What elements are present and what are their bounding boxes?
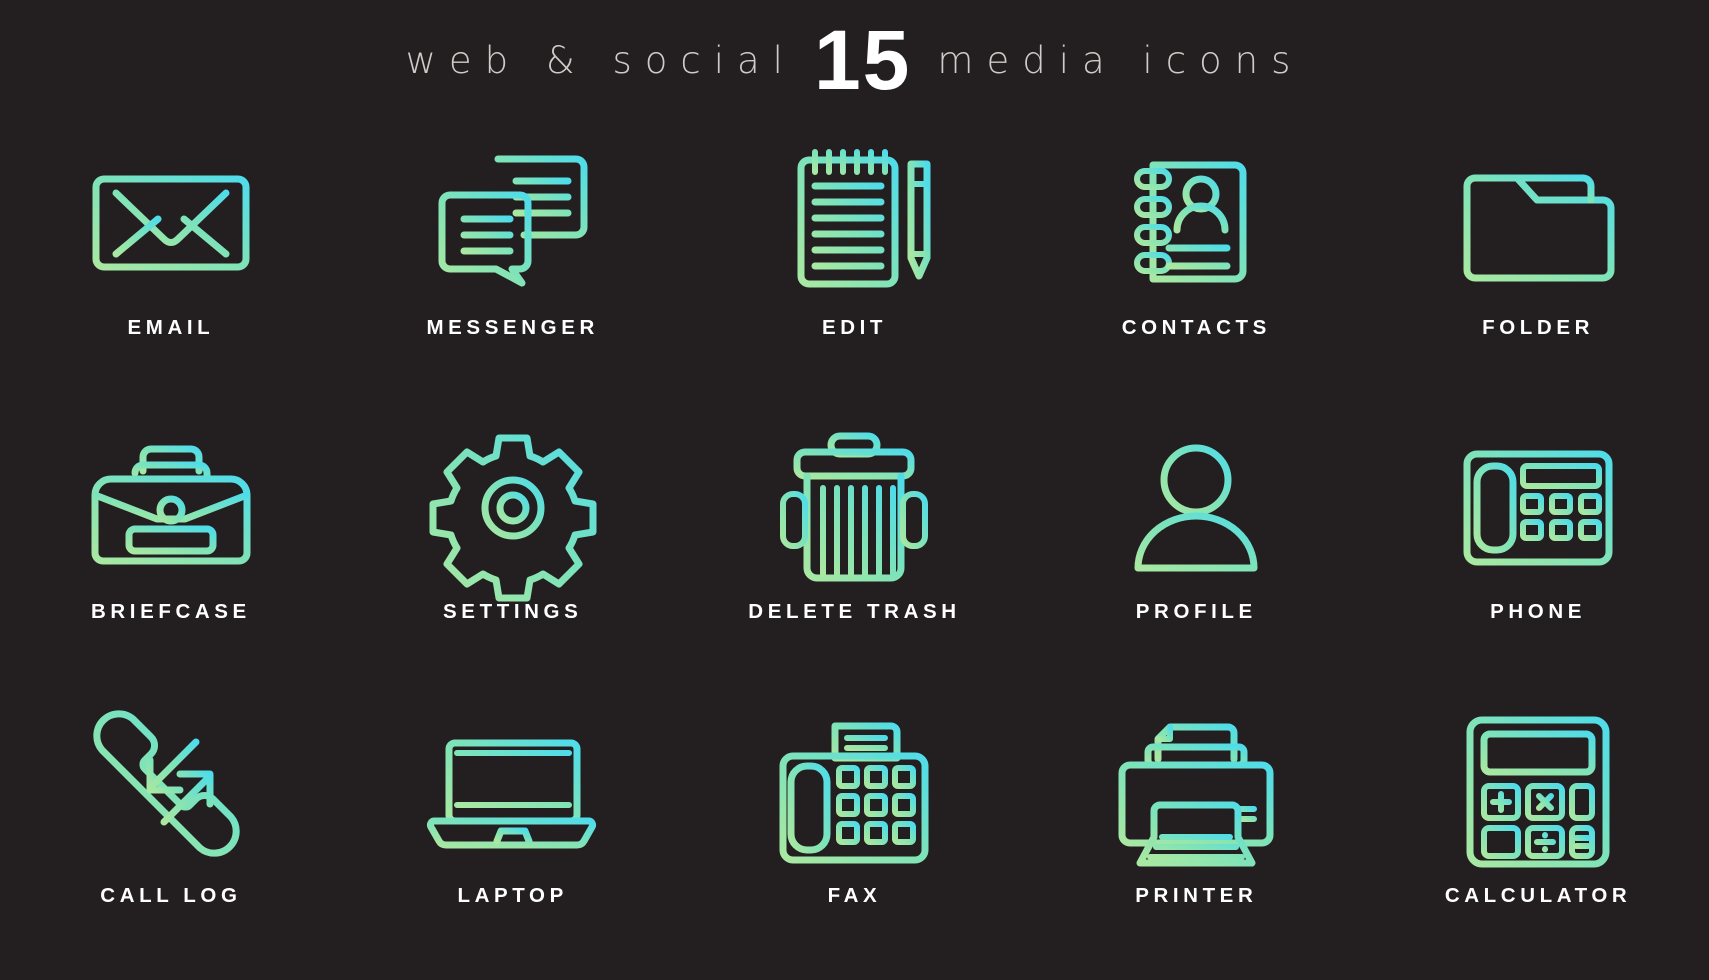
messenger-icon[interactable] [428, 134, 598, 310]
icon-grid: EMAIL MESSENGER EDIT CONTACTS FOLDER BRI… [0, 128, 1709, 980]
calculator-icon[interactable] [1458, 706, 1618, 878]
header-left-text: web & social [405, 38, 796, 82]
icon-label: EMAIL [127, 316, 215, 339]
delete-trash-icon[interactable] [769, 422, 939, 594]
icon-label: CALCULATOR [1444, 884, 1632, 907]
icon-label: SETTINGS [443, 600, 583, 623]
icon-cell-edit[interactable]: EDIT [684, 128, 1026, 412]
icon-label: MESSENGER [426, 316, 599, 339]
icon-label: FAX [827, 884, 882, 907]
icon-cell-profile[interactable]: PROFILE [1025, 412, 1367, 696]
folder-icon[interactable] [1453, 134, 1623, 310]
icon-label: DELETE TRASH [748, 600, 961, 623]
contacts-icon[interactable] [1111, 134, 1281, 310]
icon-label: PROFILE [1135, 600, 1257, 623]
page-header: web & social 15 media icons [0, 0, 1709, 120]
call-log-icon[interactable] [86, 706, 256, 878]
briefcase-icon[interactable] [81, 422, 261, 594]
header-right-text: media icons [937, 38, 1304, 82]
header-count: 15 [813, 13, 912, 107]
edit-icon[interactable] [769, 134, 939, 310]
profile-icon[interactable] [1126, 422, 1266, 594]
icon-label: PHONE [1490, 600, 1587, 623]
icon-label: PRINTER [1135, 884, 1258, 907]
settings-icon[interactable] [429, 422, 597, 602]
printer-icon[interactable] [1106, 706, 1286, 878]
icon-cell-email[interactable]: EMAIL [0, 128, 342, 412]
icon-label: LAPTOP [457, 884, 568, 907]
phone-icon[interactable] [1453, 422, 1623, 594]
icon-cell-call-log[interactable]: CALL LOG [0, 696, 342, 980]
icon-cell-messenger[interactable]: MESSENGER [342, 128, 684, 412]
icon-cell-briefcase[interactable]: BRIEFCASE [0, 412, 342, 696]
icon-label: CALL LOG [100, 884, 242, 907]
icon-label: EDIT [821, 316, 888, 339]
fax-icon[interactable] [769, 706, 939, 878]
icon-label: CONTACTS [1121, 316, 1271, 339]
icon-cell-delete-trash[interactable]: DELETE TRASH [684, 412, 1026, 696]
icon-cell-folder[interactable]: FOLDER [1367, 128, 1709, 412]
icon-cell-contacts[interactable]: CONTACTS [1025, 128, 1367, 412]
icon-cell-laptop[interactable]: LAPTOP [342, 696, 684, 980]
icon-cell-printer[interactable]: PRINTER [1025, 696, 1367, 980]
icon-cell-fax[interactable]: FAX [684, 696, 1026, 980]
icon-cell-settings[interactable]: SETTINGS [342, 412, 684, 696]
laptop-icon[interactable] [423, 706, 603, 878]
icon-cell-phone[interactable]: PHONE [1367, 412, 1709, 696]
icon-label: FOLDER [1482, 316, 1595, 339]
icon-label: BRIEFCASE [90, 600, 251, 623]
icon-cell-calculator[interactable]: CALCULATOR [1367, 696, 1709, 980]
email-icon[interactable] [86, 134, 256, 310]
